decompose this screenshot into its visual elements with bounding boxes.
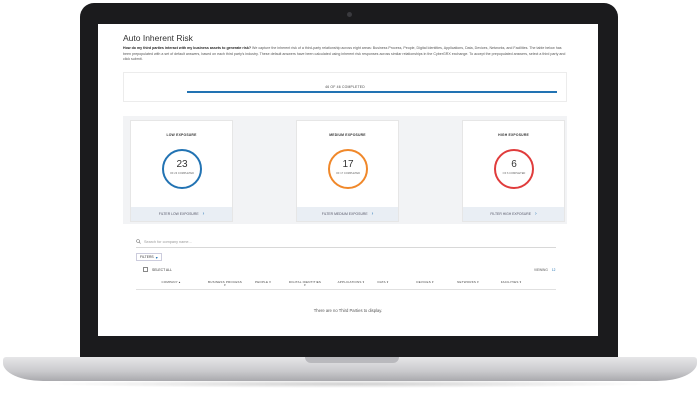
- filter-low-exposure-label: FILTER LOW EXPOSURE: [158, 212, 199, 216]
- completion-label: 46 OF 46 COMPLETED: [325, 85, 365, 89]
- chevron-down-icon: ▾: [155, 254, 158, 260]
- medium-exposure-ring: 17 OF 17 COMPLETED: [328, 149, 368, 189]
- company-search[interactable]: Search for company name...: [136, 238, 556, 248]
- low-exposure-card: LOW EXPOSURE 23 OF 23 COMPLETED FILTER L…: [130, 120, 233, 222]
- select-all[interactable]: SELECT ALL: [143, 267, 172, 272]
- column-header-data[interactable]: DATA ▾: [374, 280, 392, 284]
- laptop-bezel: [98, 336, 598, 356]
- column-header-devices[interactable]: DEVICES ▾: [410, 280, 440, 284]
- table-header: COMPANY ▴ BUSINESS PROCESS ▾ PEOPLE ▾ DI…: [136, 278, 556, 290]
- completion-card: 46 OF 46 COMPLETED: [123, 72, 567, 102]
- intro-text: How do my third parties interact with my…: [123, 46, 567, 63]
- high-exposure-title: HIGH EXPOSURE: [498, 133, 529, 137]
- low-exposure-sub: OF 23 COMPLETED: [169, 172, 195, 175]
- completion-progress-bar: [187, 91, 557, 93]
- column-header-digital-identities[interactable]: DIGITAL IDENTITIES ▾: [288, 280, 322, 288]
- low-exposure-count: 23: [176, 159, 188, 170]
- laptop-notch: [305, 357, 399, 363]
- page-title: Auto Inherent Risk: [123, 33, 193, 43]
- filters-button[interactable]: FILTERS ▾: [136, 253, 162, 261]
- medium-exposure-card: MEDIUM EXPOSURE 17 OF 17 COMPLETED FILTE…: [296, 120, 399, 222]
- viewing-count: VIEWING 12: [534, 268, 555, 272]
- search-input[interactable]: Search for company name...: [144, 240, 192, 244]
- high-exposure-count: 6: [511, 159, 517, 170]
- laptop-base: [3, 357, 697, 381]
- medium-exposure-title: MEDIUM EXPOSURE: [329, 133, 366, 137]
- laptop-shadow: [40, 380, 660, 388]
- column-header-facilities[interactable]: FACILITIES ▾: [494, 280, 528, 284]
- laptop-mockup: Auto Inherent Risk How do my third parti…: [0, 0, 700, 403]
- low-exposure-ring: 23 OF 23 COMPLETED: [162, 149, 202, 189]
- medium-exposure-sub: OF 17 COMPLETED: [335, 172, 361, 175]
- medium-exposure-count: 17: [342, 159, 354, 170]
- column-header-networks[interactable]: NETWORKS ▾: [452, 280, 484, 284]
- camera-icon: [347, 12, 352, 17]
- column-header-people[interactable]: PEOPLE ▾: [250, 280, 276, 284]
- filter-medium-exposure-button[interactable]: FILTER MEDIUM EXPOSURE ›: [297, 207, 398, 221]
- column-header-business-process[interactable]: BUSINESS PROCESS ▾: [208, 280, 242, 288]
- intro-question: How do my third parties interact with my…: [123, 46, 252, 50]
- filter-low-exposure-button[interactable]: FILTER LOW EXPOSURE ›: [131, 207, 232, 221]
- filters-label: FILTERS: [140, 255, 154, 259]
- screen: Auto Inherent Risk How do my third parti…: [98, 24, 598, 336]
- select-all-checkbox[interactable]: [143, 267, 148, 272]
- chevron-right-icon: ›: [534, 211, 537, 217]
- chevron-right-icon: ›: [371, 211, 374, 217]
- completion-progress-fill: [187, 91, 557, 93]
- high-exposure-ring: 6 OF 6 COMPLETED: [494, 149, 534, 189]
- high-exposure-sub: OF 6 COMPLETED: [502, 172, 526, 175]
- app-content: Auto Inherent Risk How do my third parti…: [98, 24, 598, 336]
- filter-high-exposure-button[interactable]: FILTER HIGH EXPOSURE ›: [463, 207, 564, 221]
- search-icon: [136, 239, 141, 244]
- viewing-label: VIEWING: [534, 268, 548, 272]
- filter-medium-exposure-label: FILTER MEDIUM EXPOSURE: [321, 212, 368, 216]
- column-header-company[interactable]: COMPANY ▴: [156, 280, 186, 284]
- select-all-label: SELECT ALL: [152, 267, 172, 272]
- high-exposure-card: HIGH EXPOSURE 6 OF 6 COMPLETED FILTER HI…: [462, 120, 565, 222]
- viewing-number: 12: [551, 268, 556, 272]
- chevron-right-icon: ›: [202, 211, 205, 217]
- low-exposure-title: LOW EXPOSURE: [166, 133, 197, 137]
- empty-table-message: There are no Third Parties to display.: [313, 308, 383, 313]
- filter-high-exposure-label: FILTER HIGH EXPOSURE: [490, 212, 531, 216]
- column-header-applications[interactable]: APPLICATIONS ▾: [332, 280, 370, 284]
